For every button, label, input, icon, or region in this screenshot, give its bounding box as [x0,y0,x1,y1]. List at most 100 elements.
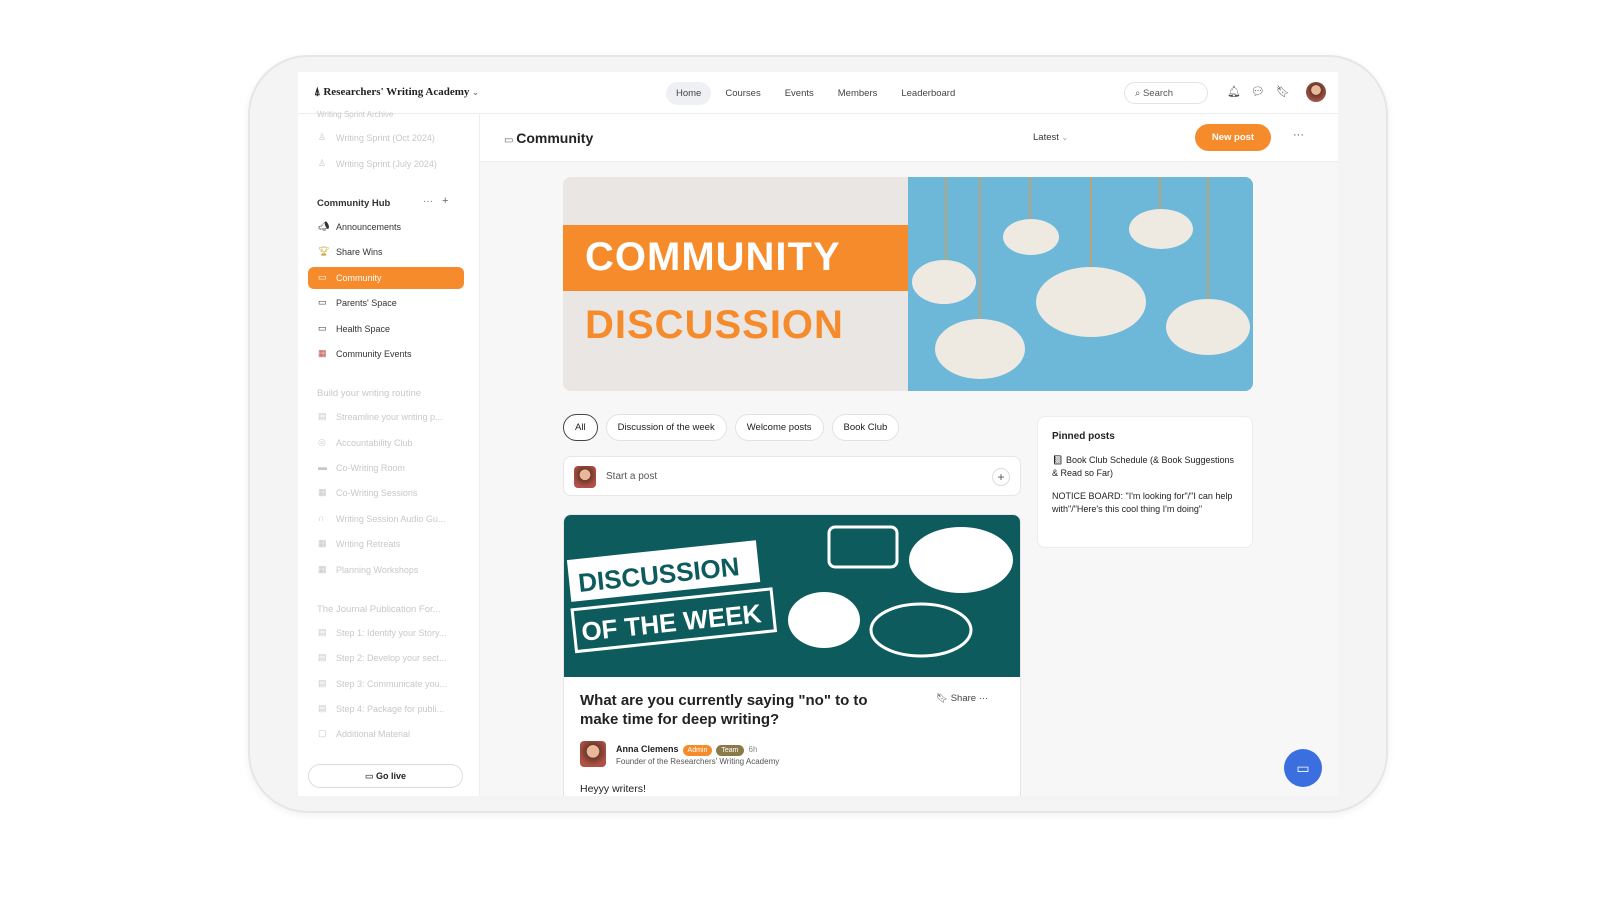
sidebar-item-community[interactable]: ▭ Community [308,267,464,289]
team-badge: Team [716,745,744,756]
search-input[interactable]: ⌕ Search [1124,82,1208,104]
admin-badge: Admin [682,745,713,756]
more-options-icon[interactable]: ··· [1293,129,1304,141]
speech-bubbles-image [908,177,1253,391]
more-options-icon[interactable]: ··· [979,693,989,704]
search-icon: ⌕ [1135,88,1143,99]
add-icon[interactable]: + [442,195,448,207]
label: Writing Sprint (July 2024) [336,159,437,169]
section-heading-archive: Writing Sprint Archive [317,110,394,119]
calendar-icon: ▦ [318,538,327,548]
app-screen: ⍋ Researchers' Writing Academy ⌄ Home Co… [298,72,1338,796]
chip-all[interactable]: All [563,414,598,441]
author-avatar[interactable] [580,741,606,767]
chat-icon: ▭ [504,135,517,146]
nav-events[interactable]: Events [775,82,824,105]
sort-label: Latest [1033,132,1059,143]
page-title: ▭ Community [504,130,593,146]
sidebar-item-routine[interactable]: ◎ Accountability Club [308,432,464,454]
filter-chips: All Discussion of the week Welcome posts… [563,414,900,441]
chip-book-club[interactable]: Book Club [831,414,900,441]
label: Step 2: Develop your sect... [336,653,447,663]
nav-courses[interactable]: Courses [715,82,770,105]
search-placeholder: Search [1142,88,1174,99]
chat-icon: ▭ [318,297,327,307]
add-icon[interactable]: + [992,468,1010,486]
headphones-icon: ∩ [318,513,325,523]
banner-title-line1: COMMUNITY [563,225,909,291]
chevron-down-icon: ⌄ [472,88,479,97]
sidebar-item-journal[interactable]: ▤ Step 3: Communicate you... [308,673,464,695]
section-heading-routine: Build your writing routine [317,388,422,399]
label: Community [336,273,382,283]
start-post-input[interactable]: Start a post + [563,456,1021,496]
sidebar-item-share-wins[interactable]: 🏆︎ Share Wins [308,241,464,263]
nav-home[interactable]: Home [666,82,712,105]
main-content: ▭ Community Latest ⌄ New post ··· COMMUN… [480,114,1338,796]
sidebar-item-health-space[interactable]: ▭ Health Space [308,318,464,340]
label: Writing Retreats [336,539,401,549]
label: Step 3: Communicate you... [336,679,448,689]
sidebar-item-sprint-july[interactable]: ♙ Writing Sprint (July 2024) [308,153,464,175]
sidebar-item-announcements[interactable]: 📣︎ Announcements [308,216,464,238]
sidebar-item-journal[interactable]: ▢ Additional Material [308,723,464,745]
trophy-icon: 🏆︎ [318,246,330,256]
sidebar-item-parents-space[interactable]: ▭ Parents' Space [308,292,464,314]
megaphone-icon: 📣︎ [318,221,330,231]
book-icon: 📗︎ [1052,455,1066,465]
book-icon: ▤ [318,678,327,688]
label: Co-Writing Room [336,463,405,473]
section-heading-journal: The Journal Publication For... [317,604,441,615]
author-headline: Founder of the Researchers' Writing Acad… [616,757,780,766]
chat-button[interactable]: ▭ [1284,749,1322,787]
more-icon[interactable]: ··· [423,196,433,207]
label: Planning Workshops [336,565,419,575]
avatar [574,466,596,488]
book-icon: ▤ [318,411,327,421]
sidebar-item-journal[interactable]: ▤ Step 1: Identify your Story... [308,622,464,644]
top-bar: ⍋ Researchers' Writing Academy ⌄ Home Co… [298,72,1338,114]
chat-icon: ▭ [318,323,327,333]
calendar-icon: ▦ [318,564,327,574]
sidebar-item-sprint-oct[interactable]: ♙ Writing Sprint (Oct 2024) [308,127,464,149]
sidebar-item-routine[interactable]: ▬ Co-Writing Room [308,457,464,479]
label: Streamline your writing p... [336,412,443,422]
pinned-post-link[interactable]: NOTICE BOARD: "I'm looking for"/"I can h… [1052,490,1238,516]
chip-welcome-posts[interactable]: Welcome posts [734,414,824,441]
chip-discussion-of-week[interactable]: Discussion of the week [605,414,727,441]
pinned-posts-panel: Pinned posts 📗︎ Book Club Schedule (& Bo… [1037,416,1253,548]
bookmark-icon[interactable]: 🔖︎ [936,693,948,704]
bookmark-icon[interactable]: 🔖︎ [1276,85,1290,98]
calendar-icon: ▦ [318,348,327,358]
sidebar-item-routine[interactable]: ▦ Planning Workshops [308,559,464,581]
start-post-placeholder: Start a post [606,471,658,482]
nav-members[interactable]: Members [828,82,888,105]
user-avatar[interactable] [1306,82,1326,102]
new-post-button[interactable]: New post [1195,124,1271,151]
chat-icon[interactable]: 💬︎ [1251,85,1265,98]
author-name[interactable]: Anna Clemens [616,744,679,754]
sidebar-item-community-events[interactable]: ▦ Community Events [308,343,464,365]
share-button[interactable]: Share [951,693,976,704]
book-icon: ▤ [318,627,327,637]
label: Writing Session Audio Gu... [336,514,446,524]
sidebar-item-routine[interactable]: ∩ Writing Session Audio Gu... [308,508,464,530]
bell-icon[interactable]: 🔔︎ [1227,85,1241,98]
brand-switcher[interactable]: ⍋ Researchers' Writing Academy ⌄ [314,86,479,99]
book-icon: ▤ [318,703,327,713]
nav-leaderboard[interactable]: Leaderboard [891,82,965,105]
sidebar-item-routine[interactable]: ▦ Writing Retreats [308,533,464,555]
sidebar-item-routine[interactable]: ▦ Co-Writing Sessions [308,482,464,504]
content-header: ▭ Community Latest ⌄ New post ··· [480,114,1338,162]
sort-dropdown[interactable]: Latest ⌄ [1033,132,1068,143]
label: Book Club Schedule (& Book Suggestions &… [1052,455,1235,478]
post-actions: 🔖︎ Share ··· [936,693,988,704]
post-title[interactable]: What are you currently saying "no" to to… [580,691,910,729]
go-live-button[interactable]: ▭ Go live [308,764,463,788]
sidebar-item-journal[interactable]: ▤ Step 4: Package for publi... [308,698,464,720]
pinned-post-link[interactable]: 📗︎ Book Club Schedule (& Book Suggestion… [1052,454,1238,480]
sidebar-item-routine[interactable]: ▤ Streamline your writing p... [308,406,464,428]
sidebar-item-journal[interactable]: ▤ Step 2: Develop your sect... [308,647,464,669]
label: Go live [376,771,407,781]
video-icon: ▭ [364,771,376,781]
